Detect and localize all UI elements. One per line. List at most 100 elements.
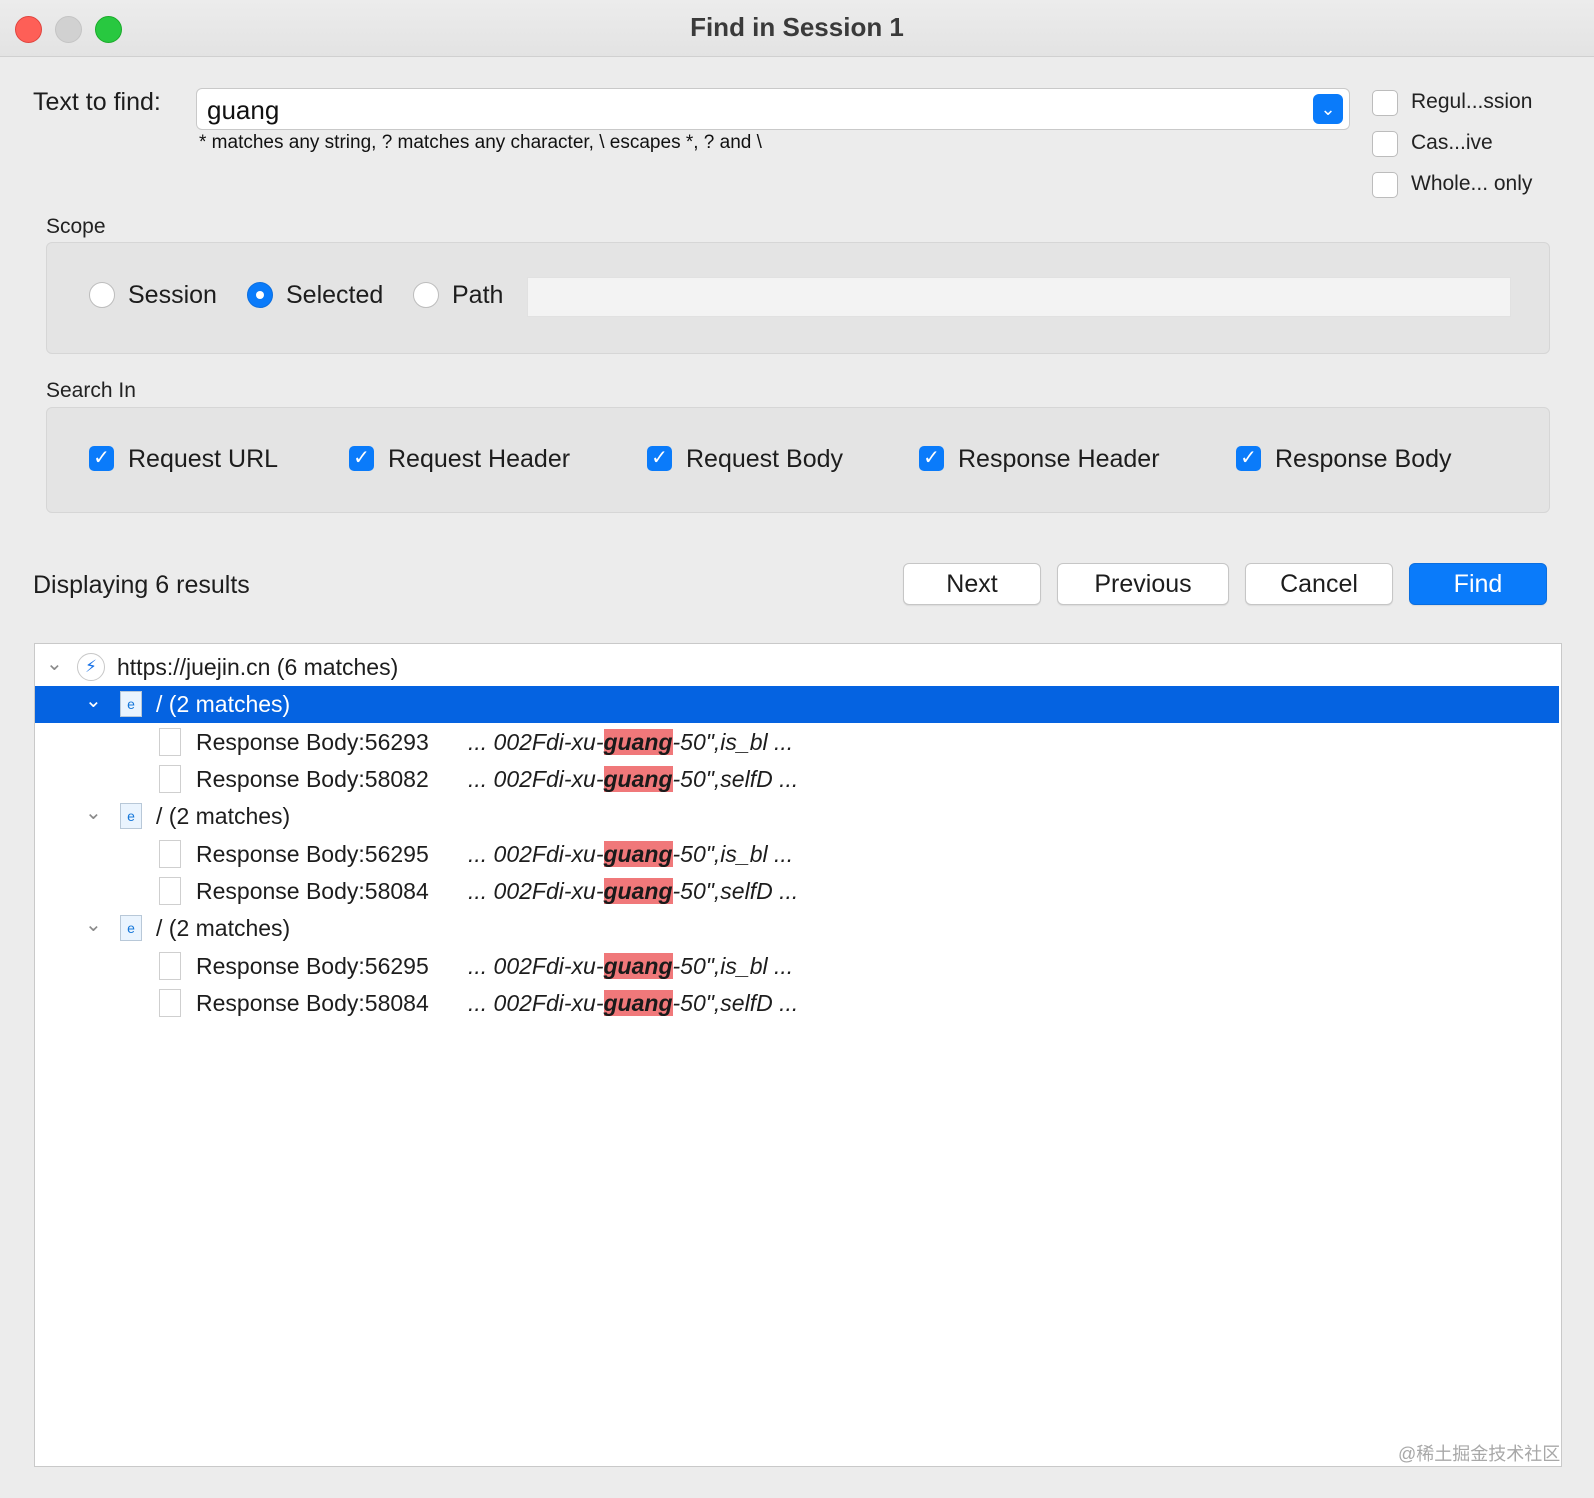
snippet-prefix: ... 002Fdi-xu- bbox=[468, 841, 604, 867]
tree-group-label: / (2 matches) bbox=[156, 691, 291, 717]
find-combobox: ⌄ bbox=[196, 88, 1350, 130]
regular-expression-checkbox[interactable] bbox=[1372, 90, 1398, 116]
find-button[interactable]: Find bbox=[1409, 563, 1547, 605]
match-location: Response Body:58084 bbox=[196, 878, 429, 904]
snippet-suffix: -50",selfD ... bbox=[672, 878, 799, 904]
snippet-prefix: ... 002Fdi-xu- bbox=[468, 729, 604, 755]
wildcard-hint: * matches any string, ? matches any char… bbox=[199, 132, 762, 153]
snippet-prefix: ... 002Fdi-xu- bbox=[468, 878, 604, 904]
match-snippet: ... 002Fdi-xu-guang-50",is_bl ... bbox=[468, 953, 793, 980]
find-dialog: Find in Session 1 Text to find: ⌄ * matc… bbox=[0, 0, 1594, 1498]
window-title: Find in Session 1 bbox=[690, 12, 904, 42]
watermark: @稀土掘金技术社区 bbox=[1398, 1444, 1561, 1464]
tree-match-row[interactable]: Response Body:58084 ... 002Fdi-xu-guang-… bbox=[35, 985, 1559, 1022]
checkmark-icon: ✓ bbox=[651, 447, 668, 469]
snippet-suffix: -50",is_bl ... bbox=[672, 841, 794, 867]
snippet-suffix: -50",selfD ... bbox=[672, 990, 799, 1016]
match-highlight: guang bbox=[603, 878, 673, 904]
next-button[interactable]: Next bbox=[903, 563, 1041, 605]
match-snippet: ... 002Fdi-xu-guang-50",selfD ... bbox=[468, 990, 798, 1017]
text-to-find-label: Text to find: bbox=[33, 88, 161, 116]
webpage-icon: e bbox=[120, 691, 142, 717]
scope-session-radio[interactable] bbox=[89, 282, 115, 308]
request-body-label: Request Body bbox=[686, 445, 844, 473]
chevron-down-icon[interactable]: ⌄ bbox=[85, 800, 102, 825]
response-header-checkbox[interactable]: ✓ bbox=[919, 446, 944, 471]
tree-root-row[interactable]: ⌄ ⚡ https://juejin.cn (6 matches) bbox=[35, 649, 1559, 686]
match-location: Response Body:58082 bbox=[196, 766, 429, 792]
match-highlight: guang bbox=[603, 841, 673, 867]
request-header-label: Request Header bbox=[388, 445, 571, 473]
match-location: Response Body:58084 bbox=[196, 990, 429, 1016]
response-header-label: Response Header bbox=[958, 445, 1160, 473]
tree-match-row[interactable]: Response Body:58082 ... 002Fdi-xu-guang-… bbox=[35, 761, 1559, 798]
chevron-down-icon: ⌄ bbox=[1320, 99, 1336, 119]
snippet-prefix: ... 002Fdi-xu- bbox=[468, 990, 604, 1016]
tree-group-row[interactable]: ⌄ e / (2 matches) bbox=[35, 686, 1559, 723]
option-label: Cas...ive bbox=[1411, 131, 1493, 154]
match-highlight: guang bbox=[603, 729, 673, 755]
checkmark-icon: ✓ bbox=[1240, 447, 1257, 469]
tree-group-label: / (2 matches) bbox=[156, 803, 291, 829]
chevron-down-icon[interactable]: ⌄ bbox=[85, 688, 102, 713]
option-label: Whole... only bbox=[1411, 172, 1533, 195]
search-in-label: Search In bbox=[46, 379, 136, 402]
scope-session-label: Session bbox=[128, 281, 217, 309]
path-field[interactable] bbox=[527, 277, 1511, 317]
match-snippet: ... 002Fdi-xu-guang-50",selfD ... bbox=[468, 878, 798, 905]
tree-match-row[interactable]: Response Body:56295 ... 002Fdi-xu-guang-… bbox=[35, 948, 1559, 985]
webpage-icon: e bbox=[120, 803, 142, 829]
tree-match-row[interactable]: Response Body:56295 ... 002Fdi-xu-guang-… bbox=[35, 836, 1559, 873]
document-icon bbox=[159, 877, 181, 905]
option-label: Regul...ssion bbox=[1411, 90, 1533, 113]
scope-selected-label: Selected bbox=[286, 281, 384, 309]
document-icon bbox=[159, 840, 181, 868]
checkmark-icon: ✓ bbox=[923, 447, 940, 469]
title-bar: Find in Session 1 bbox=[0, 0, 1594, 57]
tree-group-row[interactable]: ⌄ e / (2 matches) bbox=[35, 798, 1559, 835]
scope-label: Scope bbox=[46, 215, 106, 238]
chevron-down-icon[interactable]: ⌄ bbox=[85, 912, 102, 937]
checkmark-icon: ✓ bbox=[93, 447, 110, 469]
match-snippet: ... 002Fdi-xu-guang-50",is_bl ... bbox=[468, 841, 793, 868]
tree-match-row[interactable]: Response Body:56293 ... 002Fdi-xu-guang-… bbox=[35, 724, 1559, 761]
cancel-button[interactable]: Cancel bbox=[1245, 563, 1393, 605]
response-body-label: Response Body bbox=[1275, 445, 1452, 473]
scope-path-radio[interactable] bbox=[413, 282, 439, 308]
match-location: Response Body:56295 bbox=[196, 841, 429, 867]
request-url-checkbox[interactable]: ✓ bbox=[89, 446, 114, 471]
find-history-dropdown-button[interactable]: ⌄ bbox=[1313, 94, 1343, 124]
match-location: Response Body:56295 bbox=[196, 953, 429, 979]
snippet-suffix: -50",selfD ... bbox=[672, 766, 799, 792]
match-highlight: guang bbox=[603, 766, 673, 792]
lightning-icon: ⚡ bbox=[77, 653, 105, 681]
tree-root-label: https://juejin.cn (6 matches) bbox=[117, 654, 399, 680]
match-snippet: ... 002Fdi-xu-guang-50",is_bl ... bbox=[468, 729, 793, 756]
results-tree[interactable]: ⌄ ⚡ https://juejin.cn (6 matches) ⌄ e / … bbox=[34, 643, 1562, 1467]
snippet-suffix: -50",is_bl ... bbox=[672, 729, 794, 755]
chevron-down-icon[interactable]: ⌄ bbox=[46, 651, 63, 676]
find-input[interactable] bbox=[205, 93, 1289, 127]
document-icon bbox=[159, 989, 181, 1017]
match-location: Response Body:56293 bbox=[196, 729, 429, 755]
scope-path-label: Path bbox=[452, 281, 504, 309]
whole-words-checkbox[interactable] bbox=[1372, 172, 1398, 198]
scope-selected-radio[interactable] bbox=[247, 282, 273, 308]
request-body-checkbox[interactable]: ✓ bbox=[647, 446, 672, 471]
results-count: Displaying 6 results bbox=[33, 571, 250, 599]
checkmark-icon: ✓ bbox=[353, 447, 370, 469]
snippet-prefix: ... 002Fdi-xu- bbox=[468, 766, 604, 792]
document-icon bbox=[159, 728, 181, 756]
request-url-label: Request URL bbox=[128, 445, 279, 473]
response-body-checkbox[interactable]: ✓ bbox=[1236, 446, 1261, 471]
case-sensitive-checkbox[interactable] bbox=[1372, 131, 1398, 157]
match-snippet: ... 002Fdi-xu-guang-50",selfD ... bbox=[468, 766, 798, 793]
tree-match-row[interactable]: Response Body:58084 ... 002Fdi-xu-guang-… bbox=[35, 873, 1559, 910]
snippet-prefix: ... 002Fdi-xu- bbox=[468, 953, 604, 979]
document-icon bbox=[159, 952, 181, 980]
webpage-icon: e bbox=[120, 915, 142, 941]
snippet-suffix: -50",is_bl ... bbox=[672, 953, 794, 979]
request-header-checkbox[interactable]: ✓ bbox=[349, 446, 374, 471]
tree-group-row[interactable]: ⌄ e / (2 matches) bbox=[35, 910, 1559, 947]
previous-button[interactable]: Previous bbox=[1057, 563, 1229, 605]
